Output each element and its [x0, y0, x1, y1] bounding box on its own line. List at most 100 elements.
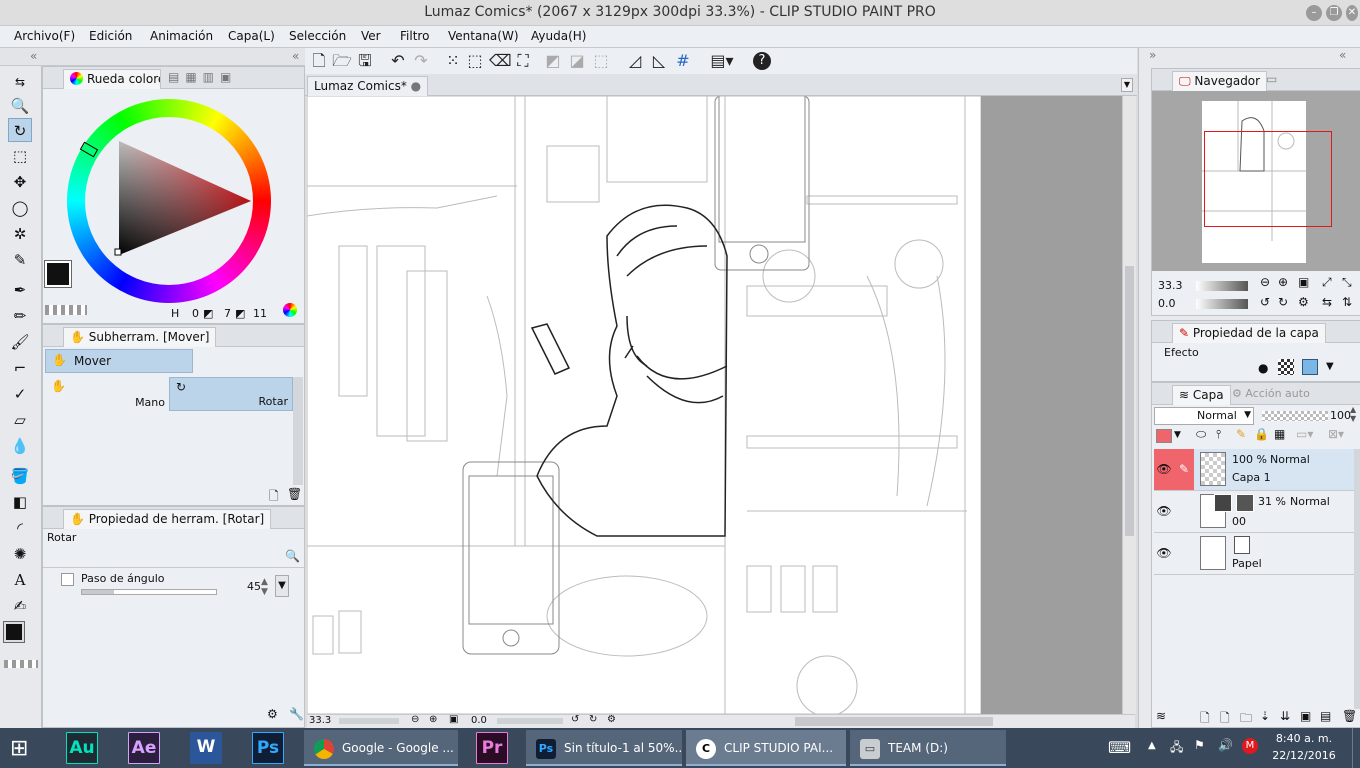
delete-layer-icon[interactable]: 🗑: [1342, 709, 1357, 723]
navigator-view-frame[interactable]: [1204, 131, 1332, 227]
new-folder-icon[interactable]: 🗀: [1240, 709, 1252, 730]
brush-tool-icon[interactable]: 🖌: [8, 330, 32, 354]
draft-layer-icon[interactable]: ✎: [1236, 427, 1246, 441]
tab-document[interactable]: Lumaz Comics* ●: [307, 76, 429, 96]
taskbar-app-ae[interactable]: Ae: [128, 732, 160, 764]
merge-icon[interactable]: ⇊: [1280, 709, 1290, 723]
layer-visibility-icon[interactable]: 👁: [1154, 533, 1174, 574]
collapse-right-icon[interactable]: »: [1149, 48, 1156, 62]
tab-tool-property[interactable]: ✋ Propiedad de herram. [Rotar]: [63, 509, 272, 529]
grid-icon[interactable]: #: [673, 51, 693, 71]
color-set-tabs-icon[interactable]: ▤▦▥▣: [168, 70, 237, 84]
tab-color-wheel[interactable]: Rueda colore: [63, 69, 161, 89]
print-dropdown-icon[interactable]: ▤▾: [705, 51, 739, 71]
wrench-icon[interactable]: 🔧: [289, 707, 304, 721]
opacity-value[interactable]: 100: [1330, 409, 1351, 422]
rotate-left-icon[interactable]: ↺: [571, 714, 579, 725]
selection-border-icon[interactable]: ⬚: [591, 51, 611, 71]
layer-scrollbar[interactable]: [1354, 449, 1360, 709]
vertical-scroll-thumb[interactable]: [1125, 266, 1134, 536]
nav-flip-v-icon[interactable]: ⇅: [1342, 295, 1352, 309]
minimize-icon[interactable]: –: [1306, 5, 1322, 21]
zoom-tool-icon[interactable]: 🔍: [8, 94, 32, 118]
blend-mode-select[interactable]: Normal ▼: [1154, 407, 1254, 425]
ruler-range-icon[interactable]: ⊠▾: [1328, 427, 1344, 441]
nav-fit-width-icon[interactable]: ⤡: [1342, 275, 1352, 290]
main-color-swatch[interactable]: [3, 621, 25, 643]
opacity-slider[interactable]: [1262, 411, 1328, 421]
close-icon[interactable]: ✕: [1346, 5, 1358, 21]
reset-rotation-icon[interactable]: ⚙: [607, 714, 616, 725]
tab-navigator[interactable]: 🖵 Navegador: [1172, 71, 1268, 91]
gradient-icon[interactable]: ◪: [567, 51, 587, 71]
new-vector-layer-icon[interactable]: 🗋: [1220, 709, 1230, 730]
layer-row-papel[interactable]: 👁 Papel: [1154, 533, 1360, 575]
delete-subtool-icon[interactable]: 🗑: [287, 487, 302, 501]
taskbar-app-ps[interactable]: Ps: [252, 732, 284, 764]
apply-mask-icon[interactable]: ▤: [1320, 709, 1331, 723]
effect-tone-icon[interactable]: [1278, 359, 1294, 375]
tab-menu-icon[interactable]: ▼: [1121, 78, 1133, 92]
lock-layer-icon[interactable]: 🔒: [1254, 427, 1269, 441]
move-layer-icon[interactable]: ✥: [8, 170, 32, 194]
taskbar-window-google[interactable]: Google - Google ...: [304, 730, 458, 766]
menu-capa[interactable]: Capa(L): [228, 29, 275, 43]
layer-color-dropdown-icon[interactable]: ▼: [1174, 430, 1181, 440]
menu-seleccion[interactable]: Selección: [289, 29, 346, 43]
new-raster-layer-icon[interactable]: 🗋: [1200, 709, 1210, 730]
nav-flip-h-icon[interactable]: ⇆: [1322, 295, 1332, 309]
airbrush-icon[interactable]: ⌐: [8, 356, 32, 380]
layer-color-icon[interactable]: [1156, 429, 1172, 443]
canvas-area[interactable]: [307, 96, 1135, 714]
opacity-spinner-icon[interactable]: ▲ ▼: [1350, 405, 1356, 423]
status-rotation-slider[interactable]: [497, 718, 563, 724]
nav-fit-icon[interactable]: ⤢: [1322, 275, 1332, 290]
menu-animacion[interactable]: Animación: [150, 29, 213, 43]
taskbar-window-photoshop[interactable]: Ps Sin título-1 al 50%...: [526, 730, 682, 766]
blend-tool-icon[interactable]: 💧: [8, 434, 32, 458]
perspective-icon[interactable]: ◺: [649, 51, 669, 71]
menu-filtro[interactable]: Filtro: [400, 29, 429, 43]
network-icon[interactable]: 🖧: [1170, 738, 1183, 759]
help-icon[interactable]: ?: [753, 52, 771, 70]
comic-page[interactable]: [307, 96, 981, 714]
nav-zoom-out-icon[interactable]: ⊖: [1260, 275, 1270, 289]
windows-start-icon[interactable]: ⊞: [10, 736, 28, 761]
flag-icon[interactable]: ⚑: [1194, 738, 1205, 752]
horizontal-scroll-thumb[interactable]: [795, 717, 993, 726]
saturation-value-triangle[interactable]: [113, 139, 253, 257]
navigator-rotation-slider[interactable]: [1196, 299, 1248, 309]
undo-icon[interactable]: ↶: [388, 51, 408, 71]
tab-layer-property[interactable]: ✎ Propiedad de la capa: [1172, 323, 1326, 343]
move-tool-icon[interactable]: ↻: [8, 118, 32, 142]
taskbar-app-au[interactable]: Au: [66, 732, 98, 764]
lock-transparency-icon[interactable]: ▦: [1274, 427, 1285, 441]
navigator-preview[interactable]: [1152, 91, 1360, 271]
maximize-icon[interactable]: ❐: [1326, 5, 1342, 21]
effect-border-icon[interactable]: ●: [1258, 361, 1268, 375]
nav-actual-size-icon[interactable]: ▣: [1298, 275, 1309, 289]
nav-rotate-left-icon[interactable]: ↺: [1260, 295, 1270, 309]
zoom-in-icon[interactable]: ⊕: [429, 714, 437, 725]
eyedropper-icon[interactable]: ✎: [8, 248, 32, 272]
angle-step-checkbox[interactable]: [61, 573, 74, 586]
reference-layer-icon[interactable]: ⫯: [1216, 427, 1221, 442]
create-mask-icon[interactable]: ▣: [1300, 709, 1311, 723]
tab-subtool[interactable]: ✋ Subherram. [Mover]: [63, 327, 217, 347]
panel-main-color[interactable]: [44, 260, 72, 288]
tool-tab-icon[interactable]: ⇆: [8, 70, 32, 94]
eraser-tool-icon[interactable]: ▱: [8, 408, 32, 432]
nav-zoom-in-icon[interactable]: ⊕: [1278, 275, 1288, 289]
taskbar-app-word[interactable]: W: [190, 732, 222, 764]
nav-rotate-right-icon[interactable]: ↻: [1278, 295, 1288, 309]
tool-detail-icon[interactable]: 🔍: [285, 549, 300, 563]
copy-subtool-icon[interactable]: 🗋: [269, 487, 279, 508]
taskbar-window-clip-studio[interactable]: C CLIP STUDIO PAI...: [686, 730, 846, 766]
effect-layer-color-icon[interactable]: [1302, 359, 1318, 375]
show-hidden-icon[interactable]: ▲: [1148, 740, 1156, 751]
reset-property-icon[interactable]: ⚙: [267, 707, 278, 721]
rotate-right-icon[interactable]: ↻: [589, 714, 597, 725]
antivirus-icon[interactable]: M: [1242, 738, 1258, 754]
menu-ventana[interactable]: Ventana(W): [448, 29, 519, 43]
clear-icon[interactable]: ⌫: [489, 51, 512, 71]
